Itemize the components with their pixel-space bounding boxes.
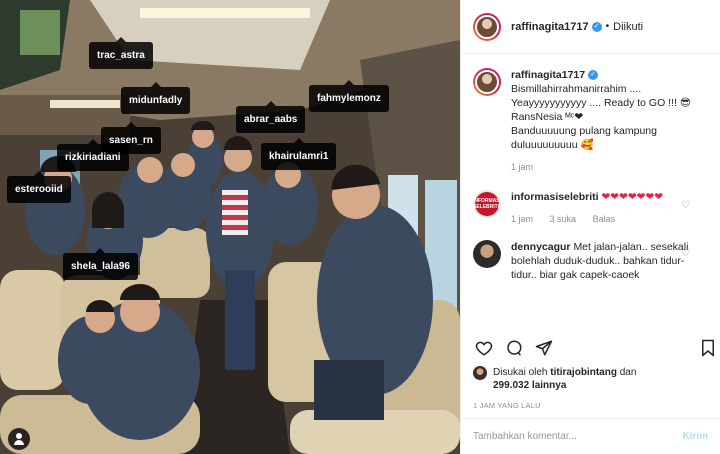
post-timestamp[interactable]: 1 JAM YANG LALU bbox=[473, 401, 708, 410]
instagram-post: trac_astra midunfadly fahmylemonz abrar_… bbox=[0, 0, 720, 454]
comment-text: informasiselebriti ❤❤❤❤❤❤❤ 1 jam 3 suka … bbox=[511, 190, 701, 226]
liked-by-prefix: Disukai oleh bbox=[493, 367, 548, 378]
post-comment-button[interactable]: Kirim bbox=[682, 431, 708, 442]
photo-tag-trac-astra[interactable]: trac_astra bbox=[89, 37, 153, 69]
comment-bubble-icon[interactable] bbox=[505, 339, 523, 357]
comment-likes[interactable]: 3 suka bbox=[550, 214, 577, 224]
comment-input[interactable] bbox=[473, 431, 677, 442]
add-comment-bar: Kirim bbox=[461, 418, 720, 454]
comments-section: raffinagita1717 ✓ Bismillahirrahmanirrahi… bbox=[461, 54, 720, 334]
comment-row: dennycagur Met jalan-jalan.. sesekali bo… bbox=[473, 240, 708, 282]
separator-dot: • bbox=[605, 21, 610, 32]
caption-text: raffinagita1717 ✓ Bismillahirrahmanirrahi… bbox=[511, 68, 701, 174]
caption-author-avatar[interactable] bbox=[473, 68, 501, 96]
bus-interior-illustration bbox=[0, 0, 460, 454]
caption-time[interactable]: 1 jam bbox=[511, 162, 533, 172]
photo-tag-esterooiid[interactable]: esterooiid bbox=[7, 171, 71, 203]
like-comment-heart-icon[interactable]: ♡ bbox=[681, 248, 690, 259]
post-side-panel: raffinagita1717 ✓ • Diikuti raffinagita1… bbox=[460, 0, 720, 454]
photo-tag-abrar-aabs[interactable]: abrar_aabs bbox=[236, 101, 306, 133]
comment-body: ❤❤❤❤❤❤❤ bbox=[601, 191, 664, 203]
share-icon[interactable] bbox=[535, 339, 553, 357]
comment-row: INFORMASI SELEBRITI informasiselebriti ❤… bbox=[473, 190, 708, 226]
follow-status-button[interactable]: Diikuti bbox=[613, 21, 643, 33]
photo-tag-midunfadly[interactable]: midunfadly bbox=[121, 82, 191, 114]
photo-tag-shela-lala96[interactable]: shela_lala96 bbox=[63, 248, 138, 280]
reply-button[interactable]: Balas bbox=[593, 214, 616, 224]
action-icons bbox=[473, 334, 714, 366]
verified-badge-icon: ✓ bbox=[591, 21, 602, 32]
author-username[interactable]: raffinagita1717 bbox=[511, 21, 589, 33]
like-heart-icon[interactable] bbox=[475, 339, 493, 357]
likes-count[interactable]: 299.032 lainnya bbox=[493, 380, 566, 391]
post-photo[interactable]: trac_astra midunfadly fahmylemonz abrar_… bbox=[0, 0, 460, 454]
commenter-avatar[interactable] bbox=[473, 240, 501, 268]
author-avatar[interactable] bbox=[473, 12, 501, 41]
commenter-username[interactable]: informasiselebriti bbox=[511, 191, 599, 203]
post-header: raffinagita1717 ✓ • Diikuti bbox=[461, 0, 720, 54]
liked-by-joiner: dan bbox=[619, 367, 637, 378]
caption-username[interactable]: raffinagita1717 bbox=[511, 69, 585, 81]
like-comment-heart-icon[interactable]: ♡ bbox=[681, 200, 690, 211]
comment-text: dennycagur Met jalan-jalan.. sesekali bo… bbox=[511, 240, 701, 282]
commenter-username[interactable]: dennycagur bbox=[511, 241, 571, 253]
likes-summary[interactable]: Disukai oleh titirajobintang dan 299.032… bbox=[473, 366, 708, 392]
photo-tag-rizkiriadiani[interactable]: rizkiriadiani bbox=[57, 139, 129, 171]
liked-by-username[interactable]: titirajobintang bbox=[550, 367, 617, 378]
caption-row: raffinagita1717 ✓ Bismillahirrahmanirrahi… bbox=[473, 68, 708, 174]
show-tags-icon[interactable] bbox=[8, 428, 30, 450]
liker-avatar[interactable] bbox=[473, 366, 487, 380]
save-bookmark-icon[interactable] bbox=[699, 339, 717, 357]
caption-line: Yeayyyyyyyyyyy .... Ready to GO !!! 😎 bbox=[511, 97, 691, 109]
caption-line: duluuuuuuuuu 🥰 bbox=[511, 139, 594, 151]
photo-tag-khairulamri1[interactable]: khairulamri1 bbox=[261, 138, 337, 170]
caption-line: Banduuuuung pulang kampung bbox=[511, 125, 657, 137]
post-actions: Disukai oleh titirajobintang dan 299.032… bbox=[461, 334, 720, 410]
caption-line: RansNesia ᴹᶜ❤ bbox=[511, 111, 584, 123]
caption-verified-icon: ✓ bbox=[588, 70, 599, 81]
comment-time[interactable]: 1 jam bbox=[511, 214, 533, 224]
caption-line: Bismillahirrahmanirrahim .... bbox=[511, 83, 642, 95]
commenter-avatar[interactable]: INFORMASI SELEBRITI bbox=[473, 190, 501, 218]
photo-tag-fahmylemonz[interactable]: fahmylemonz bbox=[309, 80, 389, 112]
